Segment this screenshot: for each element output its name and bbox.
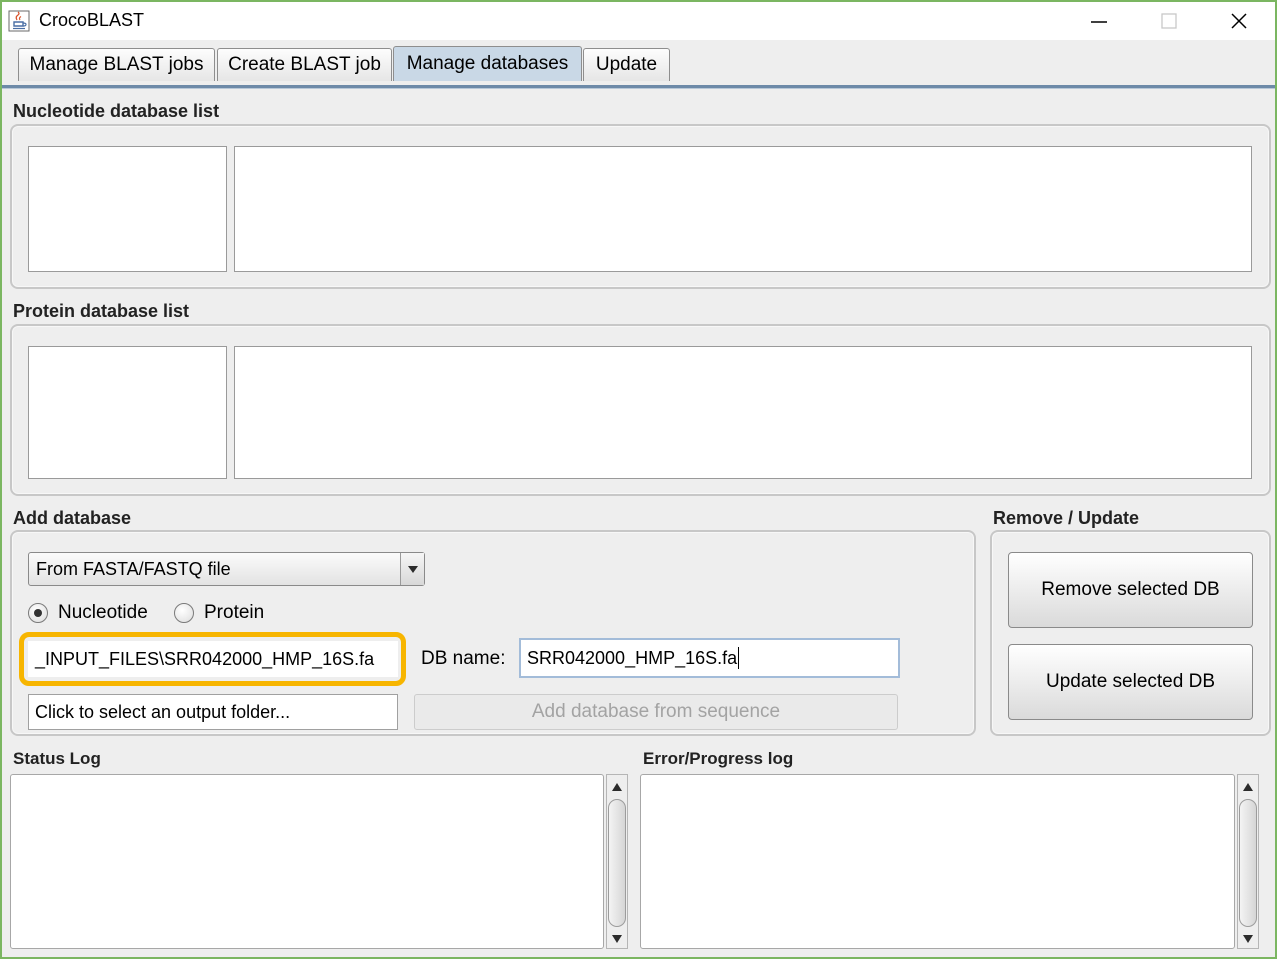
error-log-title: Error/Progress log (643, 749, 794, 768)
tab-manage-databases[interactable]: Manage databases (393, 46, 582, 81)
tab-divider-light (2, 88, 1275, 89)
protein-section-title: Protein database list (13, 301, 190, 321)
tab-create-blast-job[interactable]: Create BLAST job (217, 48, 392, 81)
radio-protein[interactable]: Protein (174, 601, 264, 625)
status-log-pane[interactable] (10, 774, 604, 949)
protein-db-list[interactable] (28, 346, 227, 479)
chevron-down-icon (407, 566, 418, 573)
minimize-icon (1091, 21, 1107, 23)
java-cup-icon (8, 10, 30, 32)
error-log-scrollbar[interactable] (1237, 774, 1259, 949)
dropdown-arrow-button[interactable] (400, 553, 424, 585)
tab-strip: Manage BLAST jobs Create BLAST job Manag… (2, 40, 1275, 88)
status-log-title: Status Log (13, 749, 101, 768)
db-name-value: SRR042000_HMP_16S.fa (527, 647, 738, 668)
db-name-label: DB name: (421, 648, 506, 669)
scroll-down-icon[interactable] (607, 929, 627, 949)
window-title: CrocoBLAST (39, 10, 145, 30)
minimize-button[interactable] (1064, 2, 1134, 40)
input-file-value: _INPUT_FILES\SRR042000_HMP_16S.fa (35, 648, 375, 669)
output-folder-field[interactable]: Click to select an output folder... (28, 694, 398, 730)
update-selected-db-button[interactable]: Update selected DB (1008, 644, 1253, 720)
input-file-field[interactable]: _INPUT_FILES\SRR042000_HMP_16S.fa (28, 641, 398, 677)
nucleotide-db-details[interactable] (234, 146, 1252, 272)
tab-manage-blast-jobs[interactable]: Manage BLAST jobs (18, 48, 215, 81)
tab-update[interactable]: Update (583, 48, 670, 81)
radio-protein-indicator[interactable] (174, 603, 194, 623)
add-database-title: Add database (13, 508, 132, 528)
app-window: CrocoBLAST Manage BLAST jobs Create BLAS… (0, 0, 1277, 959)
maximize-button[interactable] (1134, 2, 1204, 40)
close-button[interactable] (1204, 2, 1274, 40)
remove-update-title: Remove / Update (993, 508, 1140, 528)
db-source-select[interactable]: From FASTA/FASTQ file (28, 552, 425, 586)
add-database-button[interactable]: Add database from sequence (414, 694, 898, 730)
error-log-scroll-thumb[interactable] (1239, 799, 1257, 927)
protein-db-details[interactable] (234, 346, 1252, 479)
db-source-selected: From FASTA/FASTQ file (36, 558, 231, 579)
close-icon (1231, 13, 1247, 29)
db-name-field[interactable]: SRR042000_HMP_16S.fa (519, 638, 900, 678)
scroll-up-icon[interactable] (607, 777, 627, 797)
maximize-icon (1161, 13, 1177, 29)
radio-nucleotide-indicator[interactable] (28, 603, 48, 623)
radio-nucleotide-label: Nucleotide (58, 602, 148, 623)
scroll-down-icon[interactable] (1238, 929, 1258, 949)
nucleotide-db-list[interactable] (28, 146, 227, 272)
text-caret (738, 647, 740, 669)
scroll-up-icon[interactable] (1238, 777, 1258, 797)
status-log-scrollbar[interactable] (606, 774, 628, 949)
radio-protein-label: Protein (204, 602, 265, 623)
output-folder-value: Click to select an output folder... (35, 701, 291, 722)
title-bar: CrocoBLAST (2, 2, 1275, 40)
radio-nucleotide[interactable]: Nucleotide (28, 601, 148, 625)
remove-selected-db-button[interactable]: Remove selected DB (1008, 552, 1253, 628)
nucleotide-section-title: Nucleotide database list (13, 101, 220, 121)
status-log-scroll-thumb[interactable] (608, 799, 626, 927)
error-log-pane[interactable] (640, 774, 1235, 949)
